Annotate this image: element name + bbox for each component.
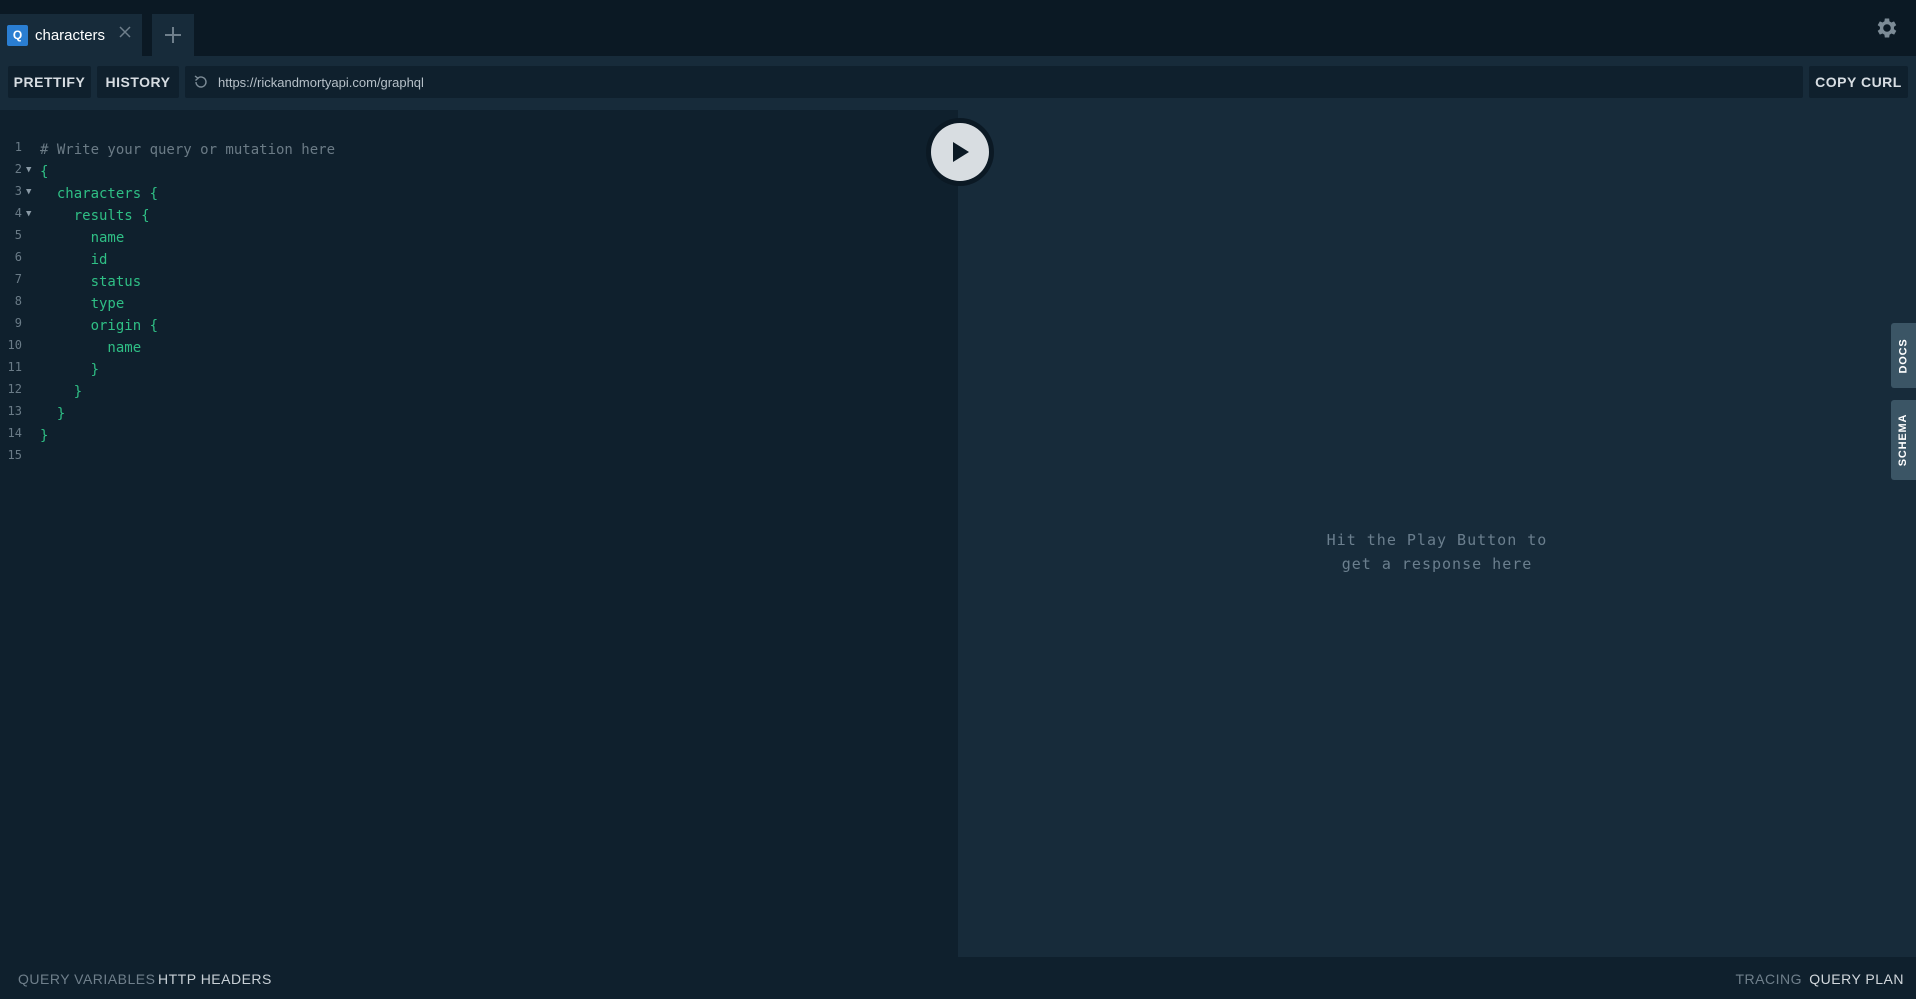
code-line: 13 } bbox=[0, 404, 958, 426]
line-number: 15 bbox=[7, 448, 22, 462]
play-icon bbox=[953, 142, 969, 162]
tab-title: characters bbox=[35, 26, 106, 44]
code-line: 8 type bbox=[0, 294, 958, 316]
settings-gear-icon[interactable] bbox=[1874, 15, 1900, 41]
fold-arrow-icon[interactable]: ▼ bbox=[26, 165, 31, 175]
code-line: 5 name bbox=[0, 228, 958, 250]
code-text: } bbox=[40, 362, 100, 378]
query-plan-tab[interactable]: QUERY PLAN bbox=[1809, 971, 1904, 987]
code-text: name bbox=[40, 340, 142, 356]
code-text: origin { bbox=[40, 318, 159, 334]
play-button-face bbox=[931, 123, 989, 181]
code-line: 10 name bbox=[0, 338, 958, 360]
tab-bar: Q characters bbox=[0, 0, 1916, 56]
line-number: 10 bbox=[7, 338, 22, 352]
copy-curl-button[interactable]: COPY CURL bbox=[1809, 66, 1908, 98]
plus-icon bbox=[165, 27, 181, 43]
code-line: 1 # Write your query or mutation here bbox=[0, 140, 958, 162]
fold-arrow-icon[interactable]: ▼ bbox=[26, 209, 31, 219]
line-number: 5 bbox=[14, 228, 22, 242]
code-line: 11 } bbox=[0, 360, 958, 382]
result-panel: Hit the Play Button to get a response he… bbox=[958, 110, 1916, 957]
endpoint-input[interactable]: https://rickandmortyapi.com/graphql bbox=[185, 66, 1803, 98]
tracing-tab[interactable]: TRACING bbox=[1736, 971, 1803, 987]
line-number: 11 bbox=[7, 360, 22, 374]
query-editor[interactable]: 1 # Write your query or mutation here 2 … bbox=[0, 110, 958, 957]
code-line: 4 ▼ results { bbox=[0, 206, 958, 228]
line-number: 6 bbox=[14, 250, 22, 264]
http-headers-tab[interactable]: HTTP HEADERS bbox=[158, 971, 272, 987]
code-line: 2 ▼ { bbox=[0, 162, 958, 184]
bottom-bar: QUERY VARIABLES HTTP HEADERS TRACING QUE… bbox=[0, 957, 1916, 999]
code-text: } bbox=[40, 428, 49, 444]
code-text: name bbox=[40, 230, 125, 246]
code-text: # Write your query or mutation here bbox=[40, 142, 335, 158]
execute-query-button[interactable] bbox=[926, 118, 994, 186]
code-line: 6 id bbox=[0, 250, 958, 272]
docs-side-tab[interactable]: DOCS bbox=[1891, 323, 1916, 388]
endpoint-url: https://rickandmortyapi.com/graphql bbox=[218, 74, 424, 90]
comment-text: # Write your query or mutation here bbox=[40, 142, 336, 158]
schema-side-tab[interactable]: SCHEMA bbox=[1891, 400, 1916, 480]
prettify-button[interactable]: PRETTIFY bbox=[8, 66, 91, 98]
line-number: 2 bbox=[14, 162, 22, 176]
code-line: 12 } bbox=[0, 382, 958, 404]
toolbar: PRETTIFY HISTORY https://rickandmortyapi… bbox=[0, 56, 1916, 110]
schema-label: SCHEMA bbox=[1897, 413, 1910, 467]
code-line: 9 origin { bbox=[0, 316, 958, 338]
query-variables-tab[interactable]: QUERY VARIABLES bbox=[18, 971, 155, 987]
code-text: characters { bbox=[40, 186, 159, 202]
reload-icon[interactable] bbox=[193, 74, 209, 90]
code-text: } bbox=[40, 384, 83, 400]
hint-line: get a response here bbox=[1341, 555, 1533, 573]
line-number: 9 bbox=[14, 316, 22, 330]
code-text: } bbox=[40, 406, 66, 422]
line-number: 13 bbox=[7, 404, 22, 418]
hint-line: Hit the Play Button to bbox=[1326, 531, 1548, 549]
code-line: 14 } bbox=[0, 426, 958, 448]
line-number: 1 bbox=[14, 140, 22, 154]
fold-arrow-icon[interactable]: ▼ bbox=[26, 187, 31, 197]
line-number: 4 bbox=[14, 206, 22, 220]
line-number: 12 bbox=[7, 382, 22, 396]
code-text: type bbox=[40, 296, 125, 312]
code-text: status bbox=[40, 274, 142, 290]
code-text: { bbox=[40, 164, 49, 180]
code-line: 3 ▼ characters { bbox=[0, 184, 958, 206]
history-button[interactable]: HISTORY bbox=[97, 66, 179, 98]
line-number: 7 bbox=[14, 272, 22, 286]
new-tab-button[interactable] bbox=[152, 14, 194, 56]
line-number: 8 bbox=[14, 294, 22, 308]
empty-result-hint: Hit the Play Button to get a response he… bbox=[958, 528, 1916, 576]
tab-characters[interactable]: Q characters bbox=[0, 14, 142, 56]
close-icon[interactable] bbox=[118, 25, 132, 39]
code-line: 15 bbox=[0, 448, 958, 470]
line-number: 14 bbox=[7, 426, 22, 440]
line-number: 3 bbox=[14, 184, 22, 198]
tab-q-icon: Q bbox=[7, 24, 28, 46]
code-line: 7 status bbox=[0, 272, 958, 294]
docs-label: DOCS bbox=[1897, 338, 1910, 373]
code-text: id bbox=[40, 252, 108, 268]
code-text: results { bbox=[40, 208, 150, 224]
